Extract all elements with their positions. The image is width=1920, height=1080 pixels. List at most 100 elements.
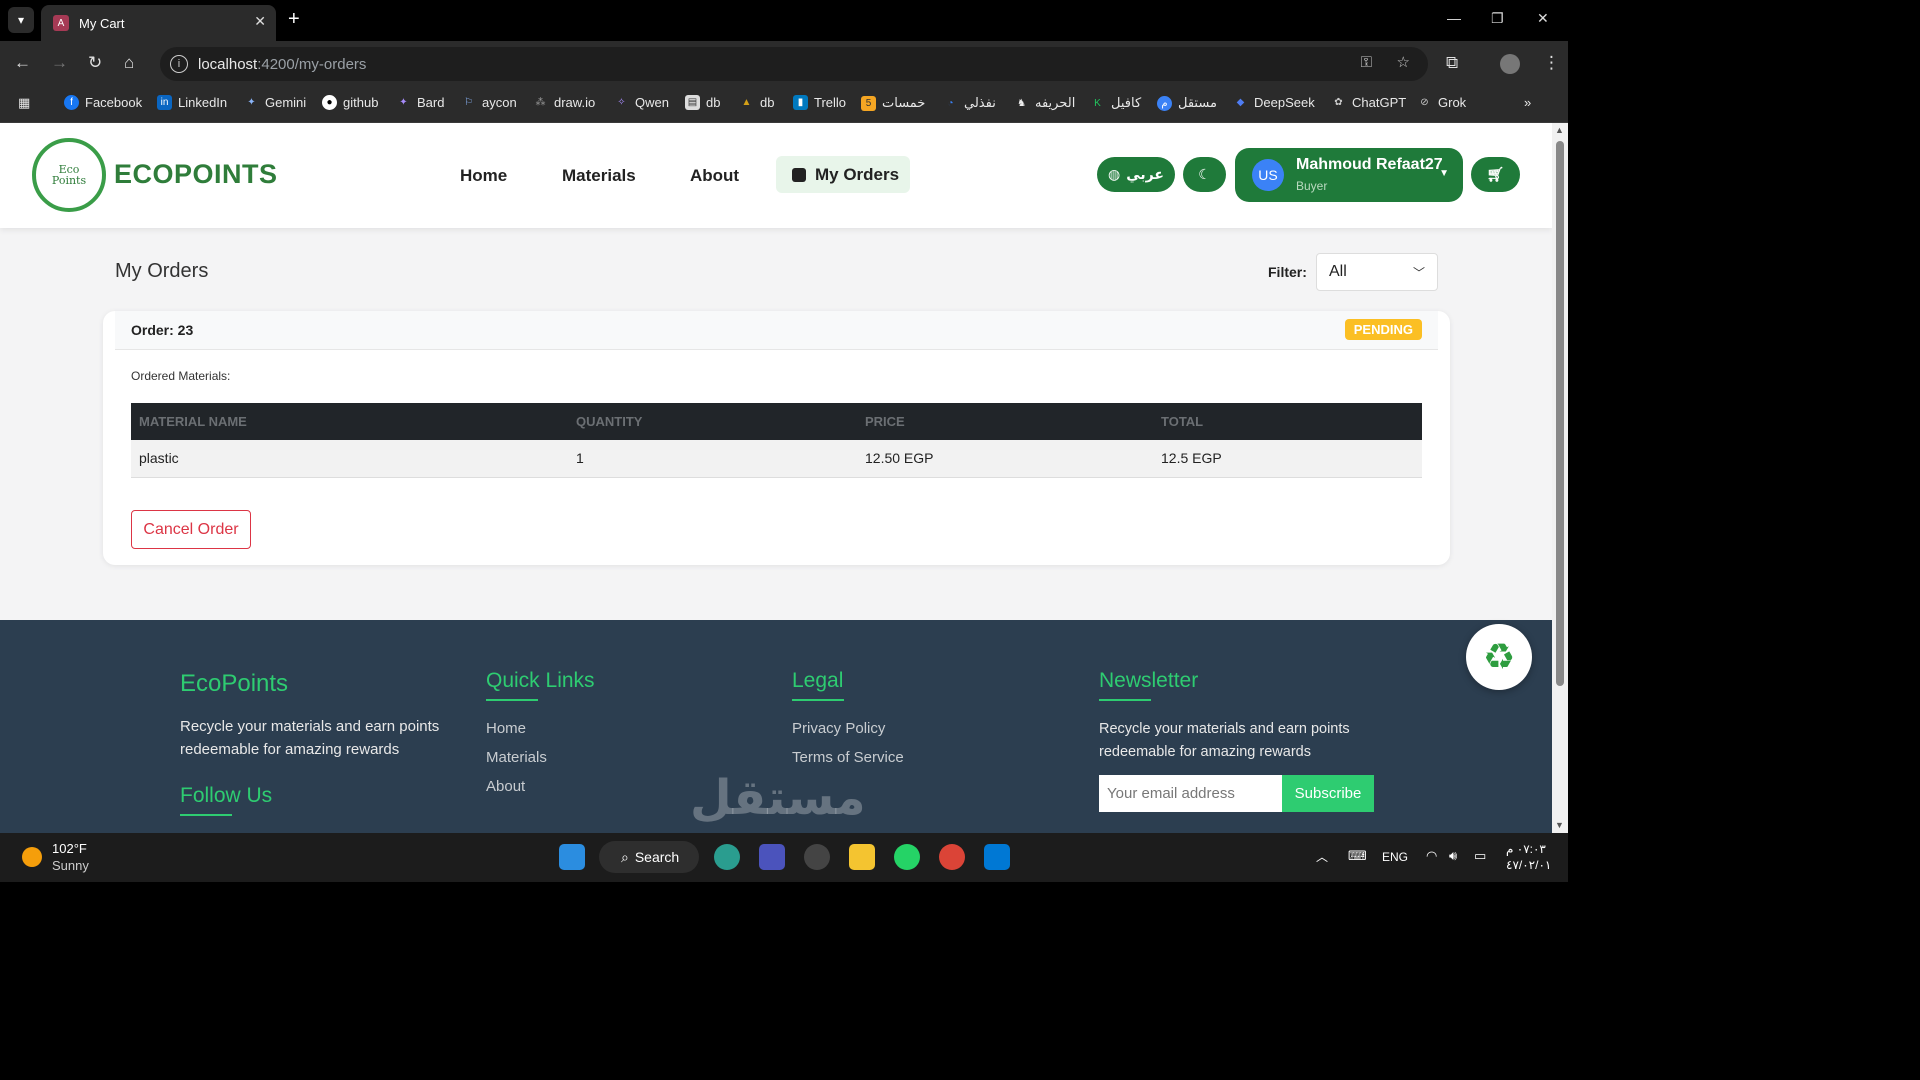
edge-icon[interactable] bbox=[714, 844, 740, 870]
khamsat-icon: 5 bbox=[861, 95, 876, 111]
wifi-icon[interactable]: ◠ bbox=[1426, 848, 1437, 864]
bookmark-deepseek[interactable]: ◆ DeepSeek bbox=[1233, 95, 1315, 110]
home-icon[interactable]: ⌂ bbox=[124, 53, 134, 73]
bookmark-trello[interactable]: ▮ Trello bbox=[793, 95, 846, 110]
column-header: QUANTITY bbox=[568, 403, 857, 440]
apps-grid-icon[interactable]: ▦ bbox=[18, 95, 30, 111]
legal-divider bbox=[792, 699, 844, 701]
bookmark-bard[interactable]: ✦ Bard bbox=[396, 95, 444, 110]
page-scrollbar[interactable]: ▲ ▼ bbox=[1552, 123, 1568, 833]
recycle-icon[interactable]: ♻ bbox=[1466, 624, 1532, 690]
restore-icon[interactable]: ❐ bbox=[1491, 10, 1504, 27]
subscribe-button[interactable]: Subscribe bbox=[1282, 775, 1374, 812]
nav-materials[interactable]: Materials bbox=[562, 166, 636, 186]
bookmark-db-2[interactable]: ▲ db bbox=[739, 95, 775, 110]
extensions-icon[interactable]: ⧉ bbox=[1446, 53, 1458, 73]
dark-mode-toggle-button[interactable]: ☾ bbox=[1183, 157, 1226, 192]
bookmark-drawio[interactable]: ⁂ draw.io bbox=[533, 95, 596, 110]
site-header: Eco Points ECOPOINTS Home Materials Abou… bbox=[0, 123, 1552, 228]
footer-link-privacy[interactable]: Privacy Policy bbox=[792, 720, 885, 737]
teams-icon[interactable] bbox=[759, 844, 785, 870]
media-player-icon[interactable] bbox=[804, 844, 830, 870]
keyboard-icon[interactable]: ⌨ bbox=[1348, 848, 1367, 864]
cart-button[interactable]: 🛒︎ bbox=[1471, 157, 1520, 192]
newsletter-email-input[interactable]: Your email address bbox=[1099, 775, 1282, 812]
cancel-order-button[interactable]: Cancel Order bbox=[131, 510, 251, 549]
scrollbar-thumb[interactable] bbox=[1556, 141, 1564, 686]
bookmark-github[interactable]: ● github bbox=[322, 95, 378, 110]
new-tab-button[interactable]: + bbox=[288, 8, 300, 31]
legal-heading: Legal bbox=[792, 669, 844, 692]
password-key-icon[interactable]: ⚿ bbox=[1361, 54, 1372, 71]
weather-temp[interactable]: 102°F bbox=[52, 841, 87, 856]
column-header: PRICE bbox=[857, 403, 1153, 440]
footer-link-about[interactable]: About bbox=[486, 778, 525, 795]
scroll-up-icon[interactable]: ▲ bbox=[1555, 125, 1564, 135]
bookmark-linkedin[interactable]: in LinkedIn bbox=[157, 95, 227, 110]
url-host: localhost bbox=[198, 55, 258, 73]
url-bar[interactable]: i localhost:4200/my-orders ⚿ ☆ bbox=[160, 47, 1428, 81]
tab-search-button[interactable]: ▾ bbox=[8, 7, 34, 33]
profile-avatar-icon[interactable] bbox=[1500, 54, 1520, 74]
windows-start-icon[interactable] bbox=[559, 844, 585, 870]
close-tab-icon[interactable]: ✕ bbox=[254, 13, 266, 30]
brand-name[interactable]: ECOPOINTS bbox=[114, 159, 278, 190]
user-menu-button[interactable]: US Mahmoud Refaat27 Buyer ▼ bbox=[1235, 148, 1463, 202]
bookmark-grok[interactable]: ⊘ Grok bbox=[1417, 95, 1466, 110]
bookmark-qwen[interactable]: ✧ Qwen bbox=[614, 95, 669, 110]
forward-icon[interactable]: → bbox=[51, 53, 68, 73]
browser-menu-icon[interactable]: ⋮ bbox=[1543, 53, 1560, 73]
taskbar-search[interactable]: ⌕ Search bbox=[599, 841, 699, 873]
db-icon: ▤ bbox=[685, 95, 700, 110]
bookmark-harifa[interactable]: ♞ الحريفه bbox=[1014, 95, 1075, 111]
footer-link-terms[interactable]: Terms of Service bbox=[792, 749, 904, 766]
back-icon[interactable]: ← bbox=[14, 53, 31, 73]
minimize-icon[interactable]: — bbox=[1447, 10, 1461, 26]
browser-tab[interactable]: A My Cart ✕ bbox=[41, 5, 276, 41]
site-logo[interactable]: Eco Points bbox=[32, 138, 106, 212]
volume-icon[interactable]: 🔊︎ bbox=[1449, 848, 1457, 864]
footer-link-materials[interactable]: Materials bbox=[486, 749, 547, 766]
harifa-icon: ♞ bbox=[1017, 97, 1026, 109]
language-toggle-button[interactable]: ◍ عربي bbox=[1097, 157, 1175, 192]
watermark-logo: مستقل bbox=[690, 772, 866, 825]
grok-icon: ⊘ bbox=[1420, 97, 1429, 108]
clock-date[interactable]: ٤٧/٠٢/٠١ bbox=[1506, 858, 1551, 872]
materials-table: MATERIAL NAME QUANTITY PRICE TOTAL plast… bbox=[131, 403, 1422, 478]
file-explorer-icon[interactable] bbox=[849, 844, 875, 870]
bookmark-db[interactable]: ▤ db bbox=[685, 95, 720, 110]
weather-condition[interactable]: Sunny bbox=[52, 858, 89, 873]
ordered-materials-label: Ordered Materials: bbox=[131, 369, 231, 383]
clock-time[interactable]: ٠٧:٠٣ م bbox=[1506, 842, 1546, 856]
qwen-icon: ✧ bbox=[617, 97, 626, 108]
nav-about[interactable]: About bbox=[690, 166, 739, 186]
bookmarks-overflow-icon[interactable]: » bbox=[1524, 95, 1531, 110]
bookmark-khamsat[interactable]: 5 خمسات bbox=[861, 95, 925, 111]
linkedin-icon: in bbox=[157, 95, 172, 110]
footer-link-home[interactable]: Home bbox=[486, 720, 526, 737]
bookmark-mostaql[interactable]: م مستقل bbox=[1157, 95, 1217, 111]
bookmark-nafezly[interactable]: ◔ نفذلي bbox=[943, 95, 995, 111]
bookmark-facebook[interactable]: f Facebook bbox=[64, 95, 142, 110]
window-close-icon[interactable]: ✕ bbox=[1537, 10, 1549, 27]
bookmark-aycon[interactable]: ⚐ aycon bbox=[461, 95, 517, 110]
vscode-icon[interactable] bbox=[984, 844, 1010, 870]
nav-my-orders[interactable]: My Orders bbox=[776, 156, 910, 193]
scroll-down-icon[interactable]: ▼ bbox=[1555, 820, 1564, 830]
battery-icon[interactable]: ▭ bbox=[1474, 848, 1486, 864]
input-language[interactable]: ENG bbox=[1382, 850, 1408, 864]
bookmarks-bar: ▦ f Facebook in LinkedIn ✦ Gemini ● github ✦… bbox=[0, 88, 1568, 123]
footer-brand-text: Recycle your materials and earn points r… bbox=[180, 718, 440, 758]
whatsapp-icon[interactable] bbox=[894, 844, 920, 870]
nav-home[interactable]: Home bbox=[460, 166, 507, 186]
bookmark-chatgpt[interactable]: ✿ ChatGPT bbox=[1331, 95, 1406, 110]
bookmark-kafiil[interactable]: K كافيل bbox=[1090, 95, 1141, 111]
chrome-icon[interactable] bbox=[939, 844, 965, 870]
bookmark-gemini[interactable]: ✦ Gemini bbox=[244, 95, 306, 110]
tray-chevron-up-icon[interactable]: ︿ bbox=[1316, 848, 1328, 865]
filter-select[interactable]: All ﹀ bbox=[1316, 253, 1438, 291]
reload-icon[interactable]: ↻ bbox=[88, 53, 102, 73]
bookmark-star-icon[interactable]: ☆ bbox=[1397, 53, 1410, 71]
tab-title: My Cart bbox=[79, 15, 125, 31]
site-info-icon[interactable]: i bbox=[170, 55, 188, 73]
